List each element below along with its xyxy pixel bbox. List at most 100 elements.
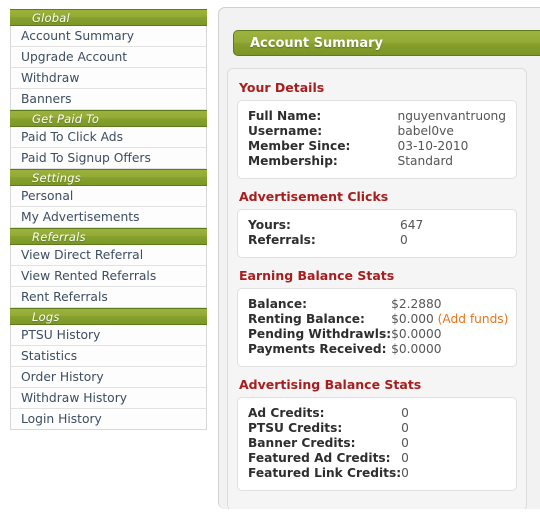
row-value: $2.2880 [391, 297, 508, 312]
row-value: 03-10-2010 [398, 139, 506, 154]
row-label: Yours: [248, 218, 291, 232]
row-value-text: babel0ve [397, 124, 454, 138]
section-title: Earning Balance Stats [239, 268, 395, 283]
row-label: Payments Received: [248, 342, 387, 356]
sidebar-group-header: Settings [10, 169, 207, 186]
sidebar-item-login-history[interactable]: Login History [10, 409, 207, 430]
table-row: Banner Credits: 0 [248, 436, 409, 451]
row-value-text: 03-10-2010 [397, 139, 469, 153]
section-title: Advertisement Clicks [239, 189, 389, 204]
row-label: PTSU Credits: [248, 421, 343, 435]
row-label: Full Name: [248, 109, 322, 123]
table-row: Member Since: 03-10-2010 [248, 139, 506, 154]
sidebar-group-header: Global [10, 9, 207, 26]
row-value-text: 0 [401, 421, 409, 435]
sections-container: Your Details Full Name: nguyenvantruong Use… [237, 80, 517, 491]
sidebar-item-paid-to-click-ads[interactable]: Paid To Click Ads [10, 127, 207, 148]
row-value: 0 [400, 233, 423, 248]
sidebar-item-personal[interactable]: Personal [10, 186, 207, 207]
main-content-panel: Account Summary Your Details Full Name: ng… [218, 7, 540, 509]
section-box: Yours: 647 Referrals: 0 [237, 209, 517, 258]
sidebar-item-order-history[interactable]: Order History [10, 367, 207, 388]
table-row: Payments Received: $0.0000 [248, 342, 508, 357]
sidebar-item-account-summary[interactable]: Account Summary [10, 26, 207, 47]
key-value-table: Full Name: nguyenvantruong Username: babel0… [248, 109, 506, 169]
section-box: Ad Credits: 0 PTSU Credits: 0 Banner Credits… [237, 397, 517, 491]
table-row: Ad Credits: 0 [248, 406, 409, 421]
sidebar-item-statistics[interactable]: Statistics [10, 346, 207, 367]
table-row: Featured Link Credits: 0 [248, 466, 409, 481]
sidebar-item-upgrade-account[interactable]: Upgrade Account [10, 47, 207, 68]
sidebar-item-rent-referrals[interactable]: Rent Referrals [10, 287, 207, 308]
row-label: Featured Link Credits: [248, 466, 402, 480]
sidebar-item-view-direct-referral[interactable]: View Direct Referral [10, 245, 207, 266]
table-row: Yours: 647 [248, 218, 423, 233]
section-box: Balance: $2.2880 Renting Balance: $0.000 (A… [237, 288, 517, 367]
sidebar-item-ptsu-history[interactable]: PTSU History [10, 325, 207, 346]
row-value: nguyenvantruong [398, 109, 506, 124]
account-summary-page: Global Account Summary Upgrade Account With… [0, 0, 540, 513]
table-row: Renting Balance: $0.000 (Add funds) [248, 312, 508, 327]
section: Advertisement Clicks Yours: 647 Referrals: 0 [237, 189, 517, 258]
sidebar-item-banners[interactable]: Banners [10, 89, 207, 110]
account-summary-card: Your Details Full Name: nguyenvantruong Use… [227, 68, 527, 509]
section-title: Your Details [239, 80, 325, 95]
sidebar-item-withdraw-history[interactable]: Withdraw History [10, 388, 207, 409]
row-label: Member Since: [248, 139, 351, 153]
row-label: Ad Credits: [248, 406, 325, 420]
row-label: Referrals: [248, 233, 316, 247]
row-value: $0.0000 [391, 342, 508, 357]
row-value: 0 [401, 406, 409, 421]
sidebar-navigation: Global Account Summary Upgrade Account With… [10, 9, 207, 430]
row-value: 647 [400, 218, 423, 233]
page-title: Account Summary [233, 30, 540, 56]
table-row: Username: babel0ve [248, 124, 506, 139]
row-value: babel0ve [398, 124, 506, 139]
table-row: Full Name: nguyenvantruong [248, 109, 506, 124]
row-value: Standard [398, 154, 506, 169]
section-title: Advertising Balance Stats [239, 377, 422, 392]
section: Earning Balance Stats Balance: $2.2880 Rent… [237, 268, 517, 367]
key-value-table: Yours: 647 Referrals: 0 [248, 218, 423, 248]
table-row: Featured Ad Credits: 0 [248, 451, 409, 466]
row-value-text: 647 [400, 218, 424, 232]
sidebar-item-paid-to-signup-offers[interactable]: Paid To Signup Offers [10, 148, 207, 169]
row-value-text: 0 [401, 466, 409, 480]
table-row: Balance: $2.2880 [248, 297, 508, 312]
sidebar-group-header: Logs [10, 308, 207, 325]
table-row: Membership: Standard [248, 154, 506, 169]
row-value-text: 0 [401, 436, 409, 450]
section: Your Details Full Name: nguyenvantruong Use… [237, 80, 517, 179]
row-label: Balance: [248, 297, 307, 311]
key-value-table: Ad Credits: 0 PTSU Credits: 0 Banner Credits… [248, 406, 409, 481]
row-value: 0 [401, 436, 409, 451]
table-row: Referrals: 0 [248, 233, 423, 248]
row-label: Username: [248, 124, 323, 138]
row-value-text: $0.0000 [391, 327, 442, 341]
row-value-text: $2.2880 [391, 297, 442, 311]
sidebar-group-header: Referrals [10, 228, 207, 245]
row-value: 0 [401, 466, 409, 481]
sidebar-group-header: Get Paid To [10, 110, 207, 127]
sidebar-item-my-advertisements[interactable]: My Advertisements [10, 207, 207, 228]
table-row: Pending Withdrawls: $0.0000 [248, 327, 508, 342]
row-value-text: 0 [400, 233, 408, 247]
row-value: $0.0000 [391, 327, 508, 342]
sidebar-item-withdraw[interactable]: Withdraw [10, 68, 207, 89]
row-value-text: $0.000 [391, 312, 434, 326]
row-value-text: nguyenvantruong [397, 109, 506, 123]
row-label: Banner Credits: [248, 436, 356, 450]
add-funds-link[interactable]: (Add funds) [438, 312, 509, 326]
row-value-text: $0.0000 [391, 342, 442, 356]
row-value-text: 0 [401, 451, 409, 465]
section-box: Full Name: nguyenvantruong Username: babel0… [237, 100, 517, 179]
row-value-text: Standard [397, 154, 453, 168]
row-value-text: 0 [401, 406, 409, 420]
key-value-table: Balance: $2.2880 Renting Balance: $0.000 (A… [248, 297, 508, 357]
row-value: $0.000 (Add funds) [391, 312, 508, 327]
row-label: Pending Withdrawls: [248, 327, 392, 341]
row-value: 0 [401, 421, 409, 436]
row-label: Renting Balance: [248, 312, 365, 326]
sidebar-item-view-rented-referrals[interactable]: View Rented Referrals [10, 266, 207, 287]
section: Advertising Balance Stats Ad Credits: 0 PTS… [237, 377, 517, 491]
